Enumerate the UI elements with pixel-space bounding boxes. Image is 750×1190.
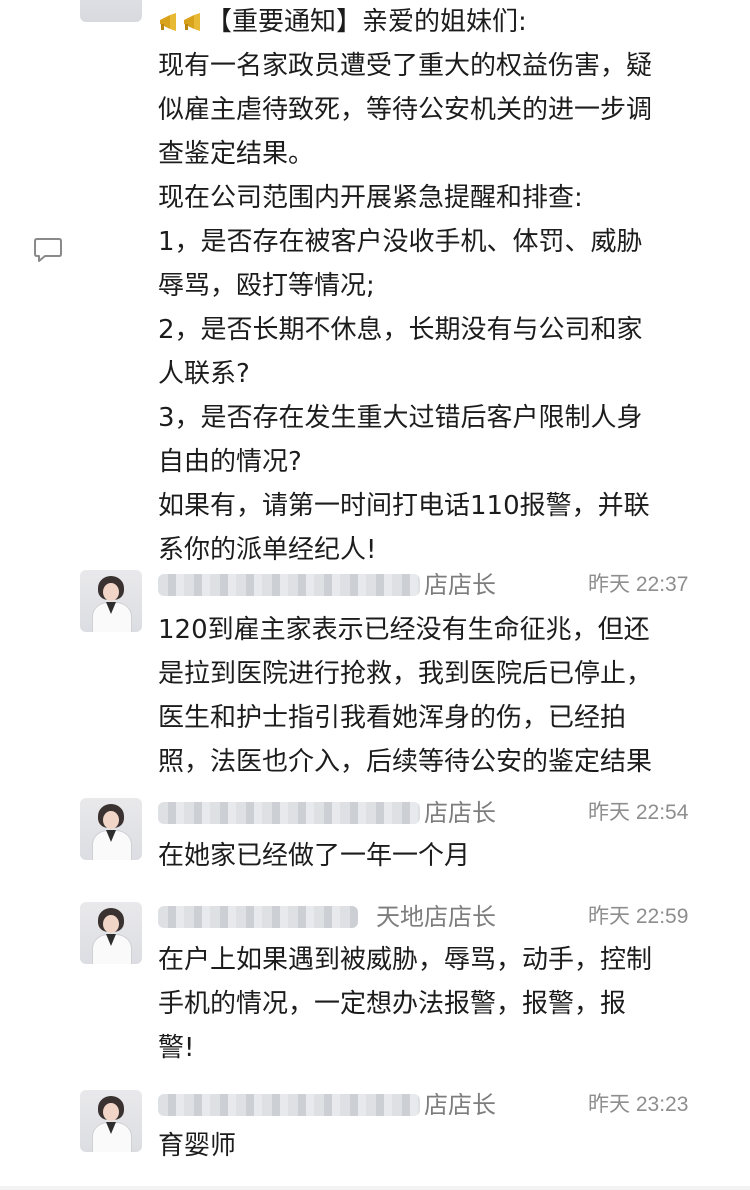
message-line: 医生和护士指引我看她浑身的伤，已经拍 [158, 703, 627, 733]
sender-name: 店店长 [158, 798, 498, 828]
message-line: 警! [158, 1033, 195, 1063]
announcement-content: 【重要通知】亲爱的姐妹们: 现有一名家政员遭受了重大的权益伤害，疑 似雇主虐待致… [158, 0, 718, 572]
sender-name: 店店长 [158, 570, 498, 600]
avatar[interactable] [80, 902, 142, 964]
bottom-edge [0, 1186, 750, 1190]
message-time: 昨天 23:23 [588, 1093, 689, 1116]
sender-role: 店店长 [424, 571, 496, 599]
comment-icon[interactable] [33, 236, 63, 264]
message-content: 120到雇主家表示已经没有生命征兆，但还 是拉到医院进行抢救，我到医院后已停止，… [158, 608, 718, 784]
announcement-heading-line: 【重要通知】亲爱的姐妹们: [158, 0, 718, 44]
announcement-line: 自由的情况? [158, 447, 302, 477]
redacted-name-blur [158, 1094, 420, 1116]
announcement-line: 现有一名家政员遭受了重大的权益伤害，疑 [158, 51, 653, 81]
sender-role: 店店长 [424, 799, 496, 827]
message-line: 手机的情况，一定想办法报警，报警，报 [158, 989, 627, 1019]
announcement-line: 似雇主虐待致死，等待公安机关的进一步调 [158, 95, 653, 125]
sender-name: 店店长 [158, 1090, 498, 1120]
message-time: 昨天 22:59 [588, 905, 689, 928]
redacted-name-blur [158, 574, 420, 596]
redacted-name-blur [158, 906, 358, 928]
announcement-title: 【重要通知】亲爱的姐妹们: [206, 7, 527, 37]
announcement-line: 查鉴定结果。 [158, 139, 315, 169]
announcement-line: 2，是否长期不休息，长期没有与公司和家 [158, 315, 643, 345]
message-content: 育婴师 [158, 1124, 718, 1168]
message-line: 照，法医也介入，后续等待公安的鉴定结果 [158, 747, 653, 777]
sender-role: 店店长 [424, 1091, 496, 1119]
announcement-line: 3，是否存在发生重大过错后客户限制人身 [158, 403, 643, 433]
megaphone-icon [160, 13, 176, 31]
message-line: 在她家已经做了一年一个月 [158, 841, 471, 871]
announcement-line: 如果有，请第一时间打电话110报警，并联 [158, 491, 650, 521]
redacted-name-blur [158, 802, 420, 824]
message-content: 在她家已经做了一年一个月 [158, 834, 718, 878]
announcement-line: 现在公司范围内开展紧急提醒和排查: [158, 183, 583, 213]
message-line: 是拉到医院进行抢救，我到医院后已停止， [158, 659, 653, 689]
message-content: 在户上如果遇到被威胁，辱骂，动手，控制 手机的情况，一定想办法报警，报警，报 警… [158, 938, 718, 1070]
message-line: 在户上如果遇到被威胁，辱骂，动手，控制 [158, 945, 653, 975]
avatar[interactable] [80, 1090, 142, 1152]
message-line: 120到雇主家表示已经没有生命征兆，但还 [158, 615, 650, 645]
avatar[interactable] [80, 798, 142, 860]
sender-role: 天地店店长 [376, 903, 496, 931]
message-line: 育婴师 [158, 1131, 237, 1161]
chat-window: 【重要通知】亲爱的姐妹们: 现有一名家政员遭受了重大的权益伤害，疑 似雇主虐待致… [0, 0, 750, 1190]
message-time: 昨天 22:37 [588, 573, 689, 596]
avatar[interactable] [80, 570, 142, 632]
megaphone-icon [184, 13, 200, 31]
announcement-line: 1，是否存在被客户没收手机、体罚、威胁 [158, 227, 643, 257]
announcement-line: 人联系? [158, 359, 250, 389]
message-time: 昨天 22:54 [588, 801, 689, 824]
announcement-line: 系你的派单经纪人! [158, 535, 377, 565]
announcement-line: 辱骂，殴打等情况; [158, 271, 375, 301]
avatar[interactable] [80, 0, 142, 22]
sender-name: 天地店店长 [158, 902, 498, 932]
